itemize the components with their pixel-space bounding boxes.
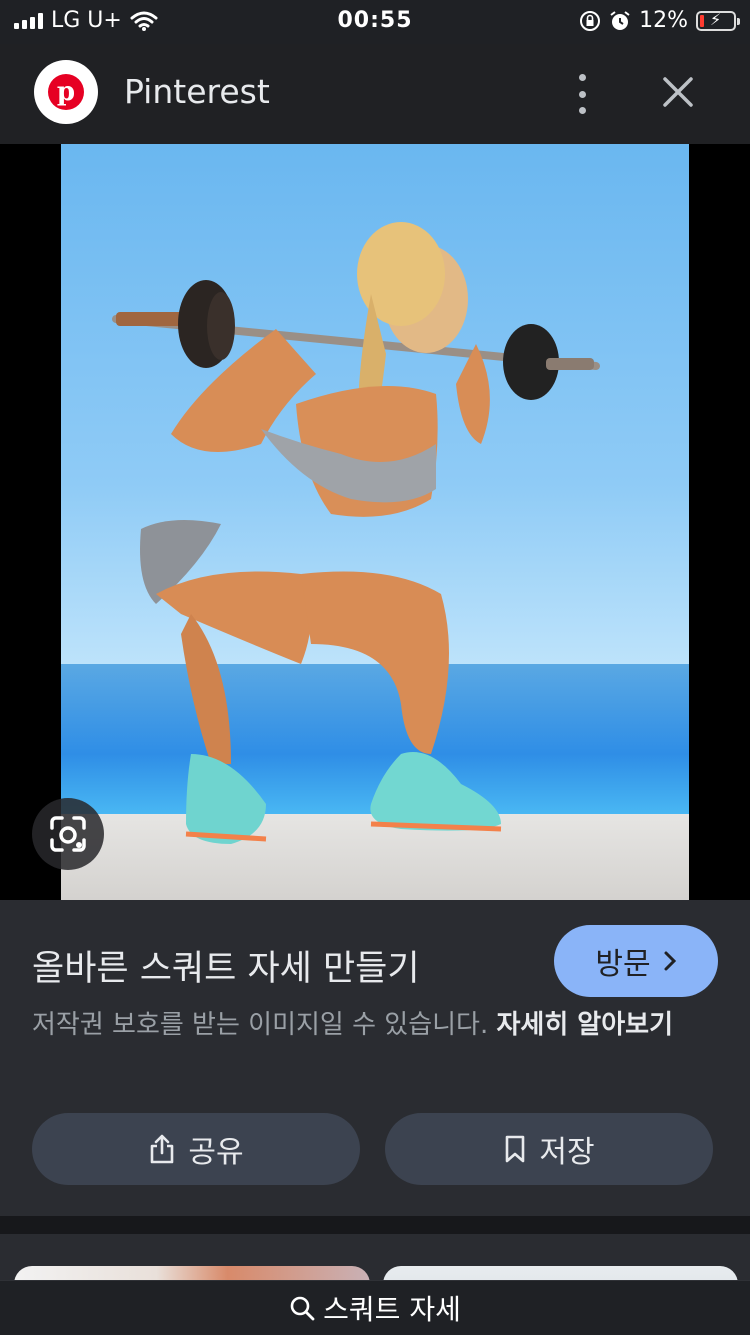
alarm-icon (610, 10, 630, 30)
search-icon (290, 1296, 315, 1321)
image-viewer (0, 144, 750, 900)
search-query-bar[interactable]: 스쿼트 자세 (0, 1280, 750, 1335)
copyright-notice: 저작권 보호를 받는 이미지일 수 있습니다. 자세히 알아보기 (32, 1006, 722, 1044)
share-button[interactable]: 공유 (32, 1113, 360, 1185)
lens-camera-icon (50, 816, 86, 852)
pinterest-logo-letter: p (48, 74, 84, 110)
battery-fill (700, 14, 704, 27)
save-label: 저장 (539, 1135, 595, 1170)
visit-label: 방문 (595, 947, 651, 982)
image-info-panel: 올바른 스쿼트 자세 만들기 방문 저작권 보호를 받는 이미지일 수 있습니다… (0, 900, 750, 1216)
share-icon (151, 1134, 174, 1164)
image-title: 올바른 스쿼트 자세 만들기 (32, 949, 420, 989)
photo-figure (112, 222, 600, 844)
more-options-icon[interactable] (568, 74, 596, 114)
copyright-text: 저작권 보호를 받는 이미지일 수 있습니다. (32, 1010, 489, 1040)
main-photo[interactable] (61, 144, 689, 900)
pinterest-logo[interactable]: p (34, 60, 98, 124)
save-button[interactable]: 저장 (385, 1113, 713, 1185)
google-lens-button[interactable] (32, 798, 104, 870)
visit-button[interactable]: 방문 (554, 925, 718, 997)
charging-bolt-icon: ⚡ (710, 9, 722, 29)
close-icon[interactable] (656, 70, 700, 114)
status-right: 12% ⚡ (579, 8, 740, 33)
page-title: Pinterest (124, 72, 270, 111)
battery-percent: 12% (639, 8, 688, 33)
chevron-right-icon (664, 951, 676, 971)
share-label: 공유 (188, 1135, 244, 1170)
learn-more-link[interactable]: 자세히 알아보기 (497, 1010, 674, 1040)
bookmark-icon (506, 1135, 525, 1163)
section-divider (0, 1216, 750, 1234)
status-bar: LG U+ 00:55 12% ⚡ (0, 0, 750, 44)
search-query: 스쿼트 자세 (323, 1293, 461, 1326)
orientation-lock-icon (580, 10, 601, 31)
battery-icon: ⚡ (696, 9, 740, 31)
app-header: p Pinterest (0, 44, 750, 144)
